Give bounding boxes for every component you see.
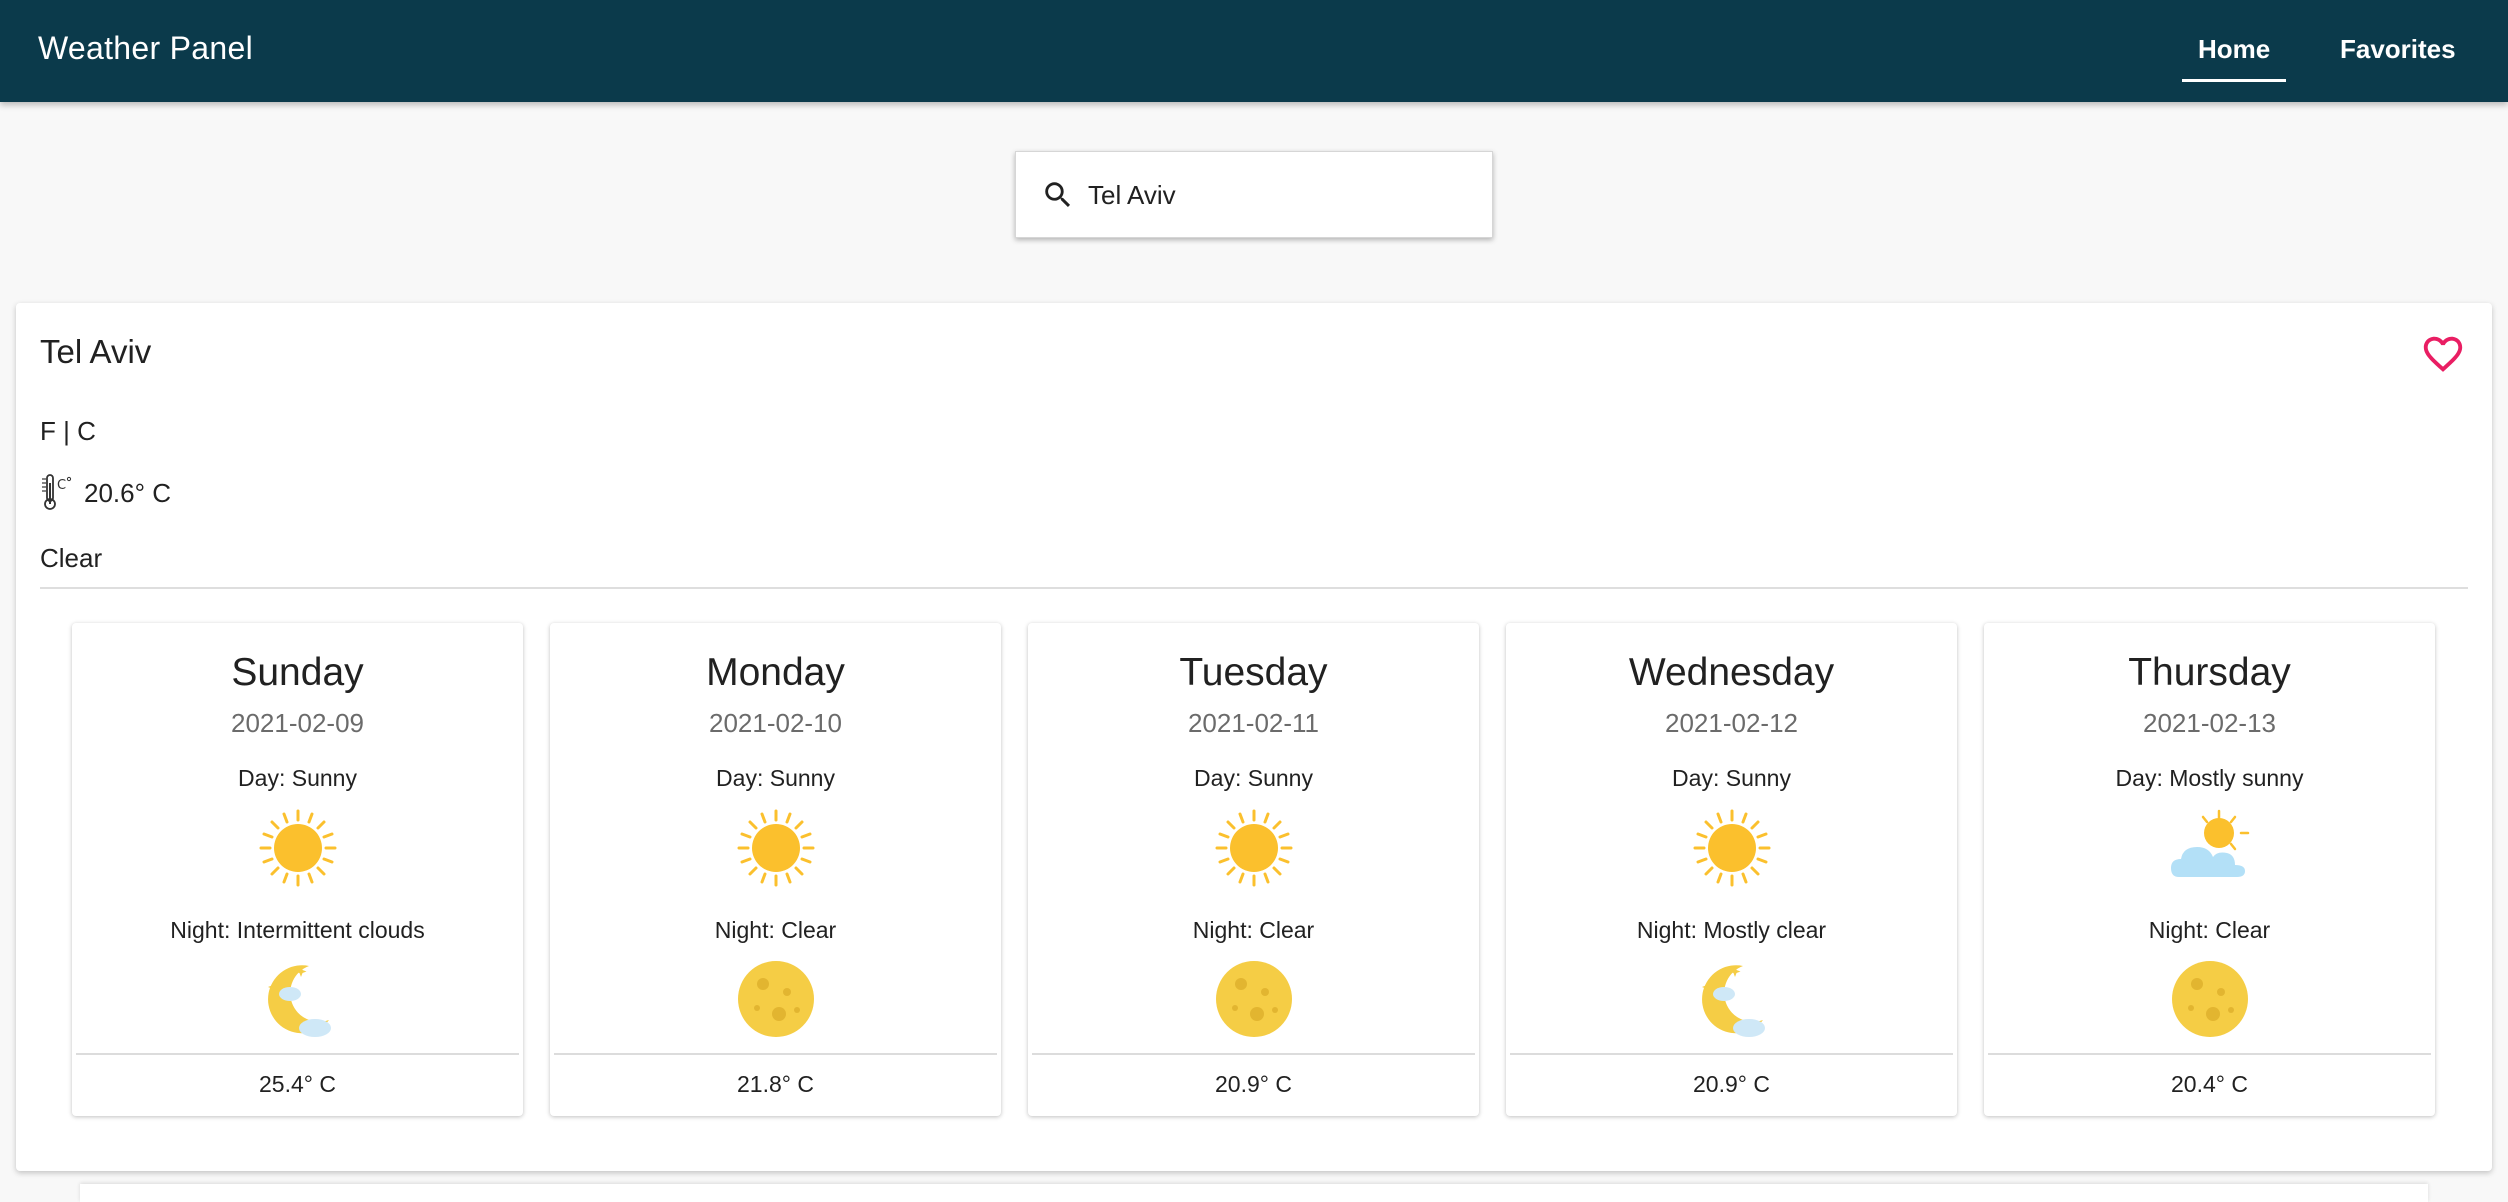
city-name: Tel Aviv: [40, 333, 152, 370]
forecast-temperature: 20.9° C: [1693, 1071, 1770, 1097]
favorite-heart-icon[interactable]: [2420, 331, 2466, 377]
app-title: Weather Panel: [38, 30, 253, 66]
full-moon-icon: [2172, 961, 2248, 1037]
forecast-date: 2021-02-12: [1665, 708, 1798, 738]
current-temperature-row: C 20.6° C: [40, 473, 171, 513]
forecast-date: 2021-02-11: [1187, 708, 1320, 738]
night-condition: Night: Clear: [714, 917, 837, 943]
nav-tab-home[interactable]: Home: [2198, 34, 2270, 65]
nav-tab-favorites[interactable]: Favorites: [2340, 34, 2456, 65]
search-box[interactable]: [1015, 151, 1493, 238]
svg-text:C: C: [57, 478, 66, 493]
day-condition: Day: Sunny: [1194, 765, 1313, 791]
app-bar: Weather Panel Home Favorites: [0, 0, 2508, 102]
night-condition: Night: Clear: [1192, 917, 1315, 943]
current-condition: Clear: [40, 543, 103, 573]
moon-clouds-icon: [268, 965, 331, 1037]
forecast-day: Thursday: [2128, 651, 2291, 694]
full-moon-icon: [738, 961, 814, 1037]
day-condition: Day: Sunny: [716, 765, 835, 791]
thermometer-celsius-icon: C: [42, 474, 72, 510]
divider: [40, 587, 2468, 589]
day-condition: Day: Sunny: [238, 765, 357, 791]
sun-icon: [737, 809, 815, 887]
forecast-temperature: 20.9° C: [1215, 1071, 1292, 1097]
forecast-card: Sunday 2021-02-09 Day: Sunny Night: Inte…: [72, 623, 523, 1116]
forecast-date: 2021-02-13: [2143, 708, 2276, 738]
card-divider: [76, 1053, 519, 1055]
forecast-temperature: 20.4° C: [2171, 1071, 2248, 1097]
current-temperature: 20.6° C: [84, 477, 172, 508]
card-divider: [1510, 1053, 1953, 1055]
active-tab-indicator: [2182, 79, 2286, 82]
sun-icon: [1693, 809, 1771, 887]
forecast-card: Wednesday 2021-02-12 Day: Sunny Night: M…: [1506, 623, 1957, 1116]
sun-cloud-icon: [2171, 809, 2250, 877]
moon-clouds-icon: [1702, 965, 1765, 1037]
forecast-date: 2021-02-10: [709, 708, 842, 738]
card-divider: [1032, 1053, 1475, 1055]
night-condition: Night: Mostly clear: [1636, 917, 1827, 943]
day-condition: Day: Mostly sunny: [2115, 765, 2304, 791]
forecast-date: 2021-02-09: [231, 708, 364, 738]
next-card-edge: [80, 1184, 2428, 1202]
forecast-card: Tuesday 2021-02-11 Day: Sunny Night: Cle…: [1028, 623, 1479, 1116]
night-condition: Night: Clear: [2148, 917, 2271, 943]
forecast-day: Sunday: [231, 651, 364, 694]
full-moon-icon: [1216, 961, 1292, 1037]
sun-icon: [1215, 809, 1293, 887]
forecast-card: Monday 2021-02-10 Day: Sunny Night: Clea…: [550, 623, 1001, 1116]
forecast-day: Wednesday: [1628, 651, 1835, 694]
forecast-day: Tuesday: [1179, 651, 1328, 694]
card-divider: [554, 1053, 997, 1055]
forecast-temperature: 21.8° C: [737, 1071, 814, 1097]
search-icon: [1045, 182, 1071, 208]
card-divider: [1988, 1053, 2431, 1055]
forecast-day: Monday: [706, 651, 845, 694]
forecast-temperature: 25.4° C: [259, 1071, 336, 1097]
weather-card: Tel Aviv F | C C 20.6° C Clear Sunday 20…: [16, 303, 2492, 1171]
search-input[interactable]: [1088, 176, 1468, 214]
sun-icon: [259, 809, 337, 887]
night-condition: Night: Intermittent clouds: [170, 917, 425, 943]
forecast-card: Thursday 2021-02-13 Day: Mostly sunny Ni…: [1984, 623, 2435, 1116]
unit-toggle[interactable]: F | C: [40, 416, 96, 447]
day-condition: Day: Sunny: [1672, 765, 1791, 791]
